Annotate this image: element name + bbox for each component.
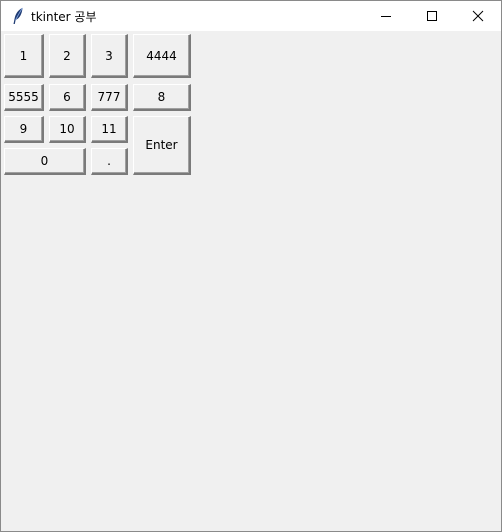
close-icon [472,10,484,22]
key-4444-button[interactable]: 4444 [133,34,191,78]
key-0-button[interactable]: 0 [4,148,86,175]
key-8-button[interactable]: 8 [133,84,191,111]
enter-button[interactable]: Enter [133,116,191,175]
key-6-button[interactable]: 6 [49,84,86,111]
key-11-button[interactable]: 11 [91,116,128,143]
key-dot-button[interactable]: . [91,148,128,175]
close-button[interactable] [455,1,501,31]
app-window: tkinter 공부 1 2 3 4444 5555 6 777 8 9 10 [0,0,502,532]
feather-icon [11,7,25,25]
key-1-button[interactable]: 1 [4,34,44,78]
window-title: tkinter 공부 [31,10,97,24]
key-777-button[interactable]: 777 [91,84,128,111]
minimize-icon [381,16,391,17]
minimize-button[interactable] [363,1,409,31]
key-10-button[interactable]: 10 [49,116,86,143]
key-3-button[interactable]: 3 [91,34,128,78]
maximize-button[interactable] [409,1,455,31]
key-9-button[interactable]: 9 [4,116,44,143]
key-5555-button[interactable]: 5555 [4,84,44,111]
keypad-area: 1 2 3 4444 5555 6 777 8 9 10 11 Enter 0 … [1,31,501,531]
key-2-button[interactable]: 2 [49,34,86,78]
title-bar[interactable]: tkinter 공부 [1,1,501,31]
maximize-icon [427,11,437,21]
